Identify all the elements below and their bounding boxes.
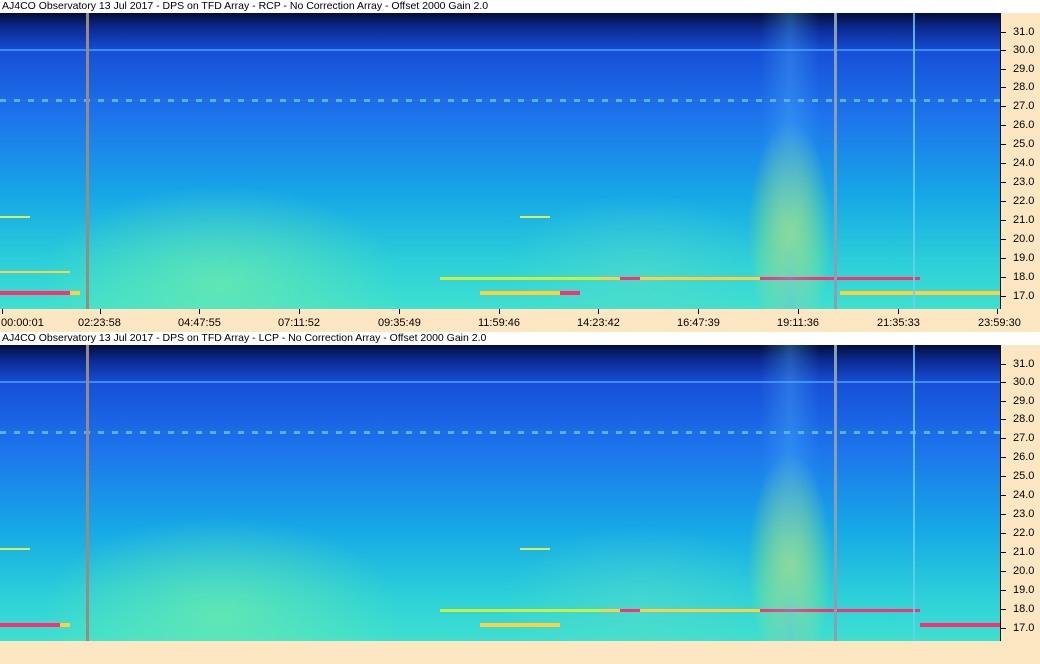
freq-label: 23.0 [1013, 176, 1035, 188]
band-17mhz [0, 623, 1000, 627]
freq-label: 21.0 [1013, 546, 1035, 558]
band-21mhz [0, 216, 1000, 218]
time-label: 19:11:36 [777, 317, 820, 329]
freq-label: 29.0 [1013, 395, 1035, 407]
freq-label: 21.0 [1013, 214, 1035, 226]
spectrogram-lcp[interactable] [0, 345, 1000, 641]
freq-label: 26.0 [1013, 119, 1035, 131]
freq-label: 22.0 [1013, 195, 1035, 207]
freq-label: 17.0 [1013, 290, 1035, 302]
freq-label: 24.0 [1013, 489, 1035, 501]
vertical-marker-3 [913, 13, 915, 309]
band-27mhz [0, 431, 1000, 434]
spectrogram-title-rcp: AJ4CO Observatory 13 Jul 2017 - DPS on T… [0, 0, 1040, 13]
frequency-axis-rcp: 31.0 30.0 29.0 28.0 27.0 26.0 25.0 24.0 … [1000, 13, 1040, 309]
freq-label: 18.0 [1013, 271, 1035, 283]
time-axis-bottom [0, 641, 1040, 664]
burst-column [760, 13, 820, 309]
time-label: 09:35:49 [378, 317, 421, 329]
freq-label: 25.0 [1013, 470, 1035, 482]
vertical-marker-1 [86, 345, 89, 641]
freq-label: 31.0 [1013, 358, 1035, 370]
freq-label: 28.0 [1013, 413, 1035, 425]
band-30mhz [0, 49, 1000, 51]
freq-label: 23.0 [1013, 508, 1035, 520]
band-17mhz [0, 291, 1000, 295]
freq-label: 19.0 [1013, 252, 1035, 264]
freq-label: 19.0 [1013, 584, 1035, 596]
time-label: 21:35:33 [877, 317, 920, 329]
freq-label: 25.0 [1013, 138, 1035, 150]
freq-label: 24.0 [1013, 157, 1035, 169]
spectrogram-rcp[interactable] [0, 13, 1000, 309]
time-label: 07:11:52 [278, 317, 321, 329]
freq-label: 28.0 [1013, 81, 1035, 93]
freq-label: 27.0 [1013, 100, 1035, 112]
freq-label: 20.0 [1013, 565, 1035, 577]
spectrogram-title-lcp: AJ4CO Observatory 13 Jul 2017 - DPS on T… [0, 332, 1040, 345]
time-label: 11:59:46 [478, 317, 521, 329]
band-30mhz [0, 381, 1000, 383]
time-label: 04:47:55 [178, 317, 221, 329]
time-label: 00:00:01 [1, 317, 44, 329]
band-18mhz [0, 609, 1000, 612]
freq-label: 18.0 [1013, 603, 1035, 615]
freq-label: 20.0 [1013, 233, 1035, 245]
band-18mhz [0, 277, 1000, 280]
frequency-axis-lcp: 31.0 30.0 29.0 28.0 27.0 26.0 25.0 24.0 … [1000, 345, 1040, 641]
freq-label: 31.0 [1013, 26, 1035, 38]
vertical-marker-3 [913, 345, 915, 641]
band-21mhz [0, 548, 1000, 550]
band-18mhz-left [0, 271, 1000, 273]
burst-column [760, 345, 820, 641]
freq-label: 27.0 [1013, 432, 1035, 444]
freq-label: 30.0 [1013, 376, 1035, 388]
time-axis: 00:00:01 02:23:58 04:47:55 07:11:52 09:3… [0, 309, 1040, 332]
time-label: 23:59:30 [978, 317, 1021, 329]
time-label: 14:23:42 [577, 317, 620, 329]
band-27mhz [0, 99, 1000, 102]
freq-label: 17.0 [1013, 622, 1035, 634]
time-label: 16:47:39 [677, 317, 720, 329]
vertical-marker-2 [834, 345, 837, 641]
freq-label: 22.0 [1013, 527, 1035, 539]
freq-label: 29.0 [1013, 63, 1035, 75]
freq-label: 30.0 [1013, 44, 1035, 56]
vertical-marker-1 [86, 13, 89, 309]
vertical-marker-2 [834, 13, 837, 309]
freq-label: 26.0 [1013, 451, 1035, 463]
time-label: 02:23:58 [78, 317, 121, 329]
